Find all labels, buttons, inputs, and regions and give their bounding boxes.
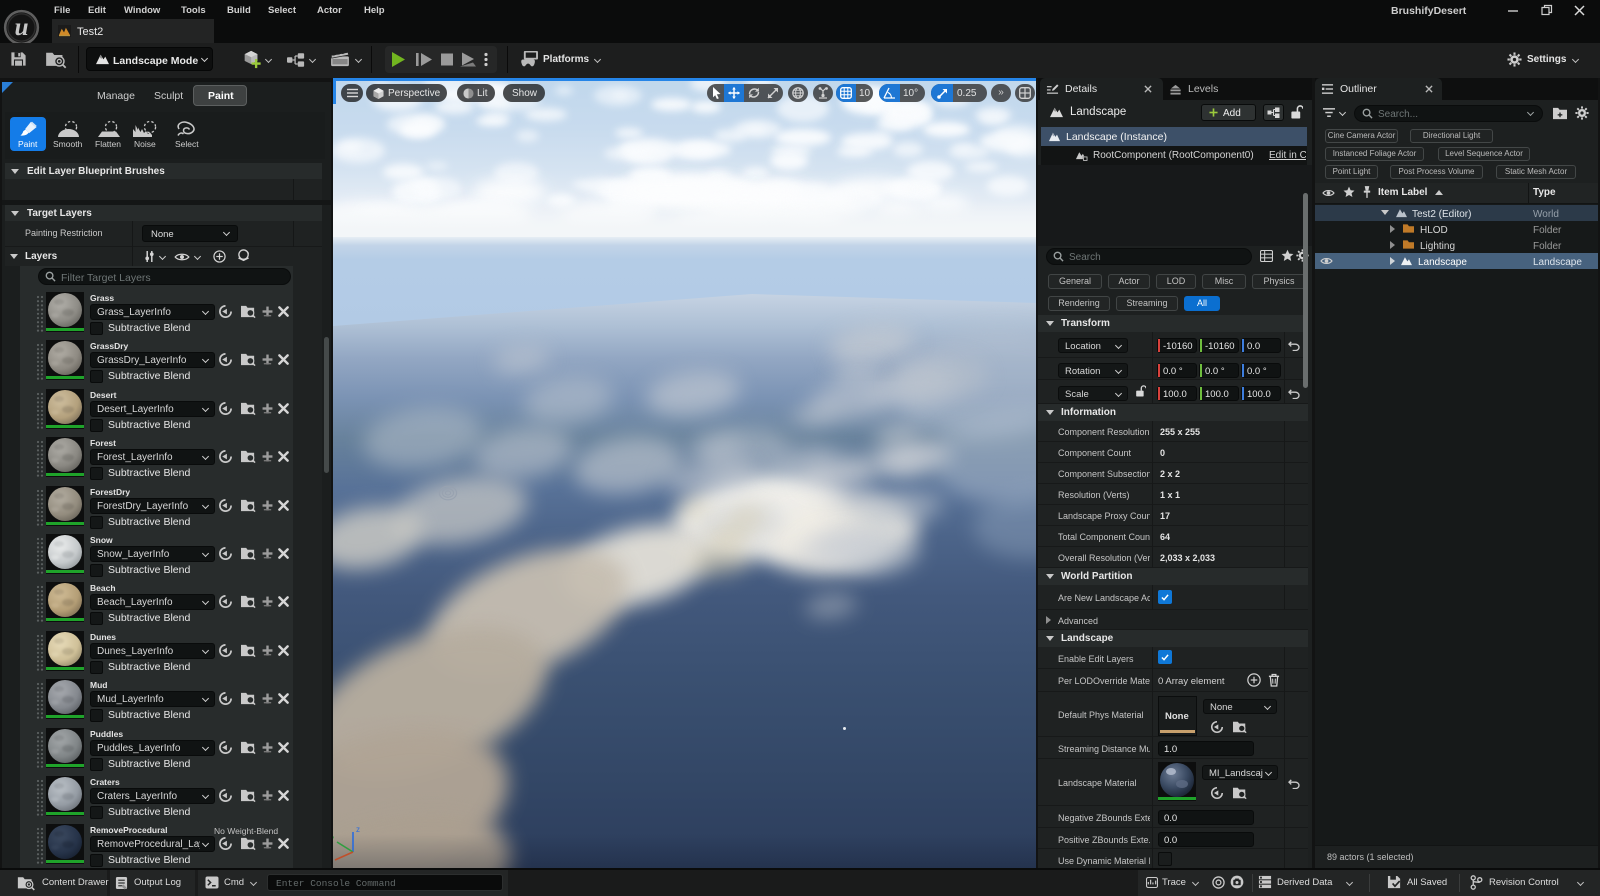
svg-text:z: z <box>356 825 360 834</box>
svg-text:u: u <box>14 13 28 41</box>
svg-text:y: y <box>333 834 334 843</box>
